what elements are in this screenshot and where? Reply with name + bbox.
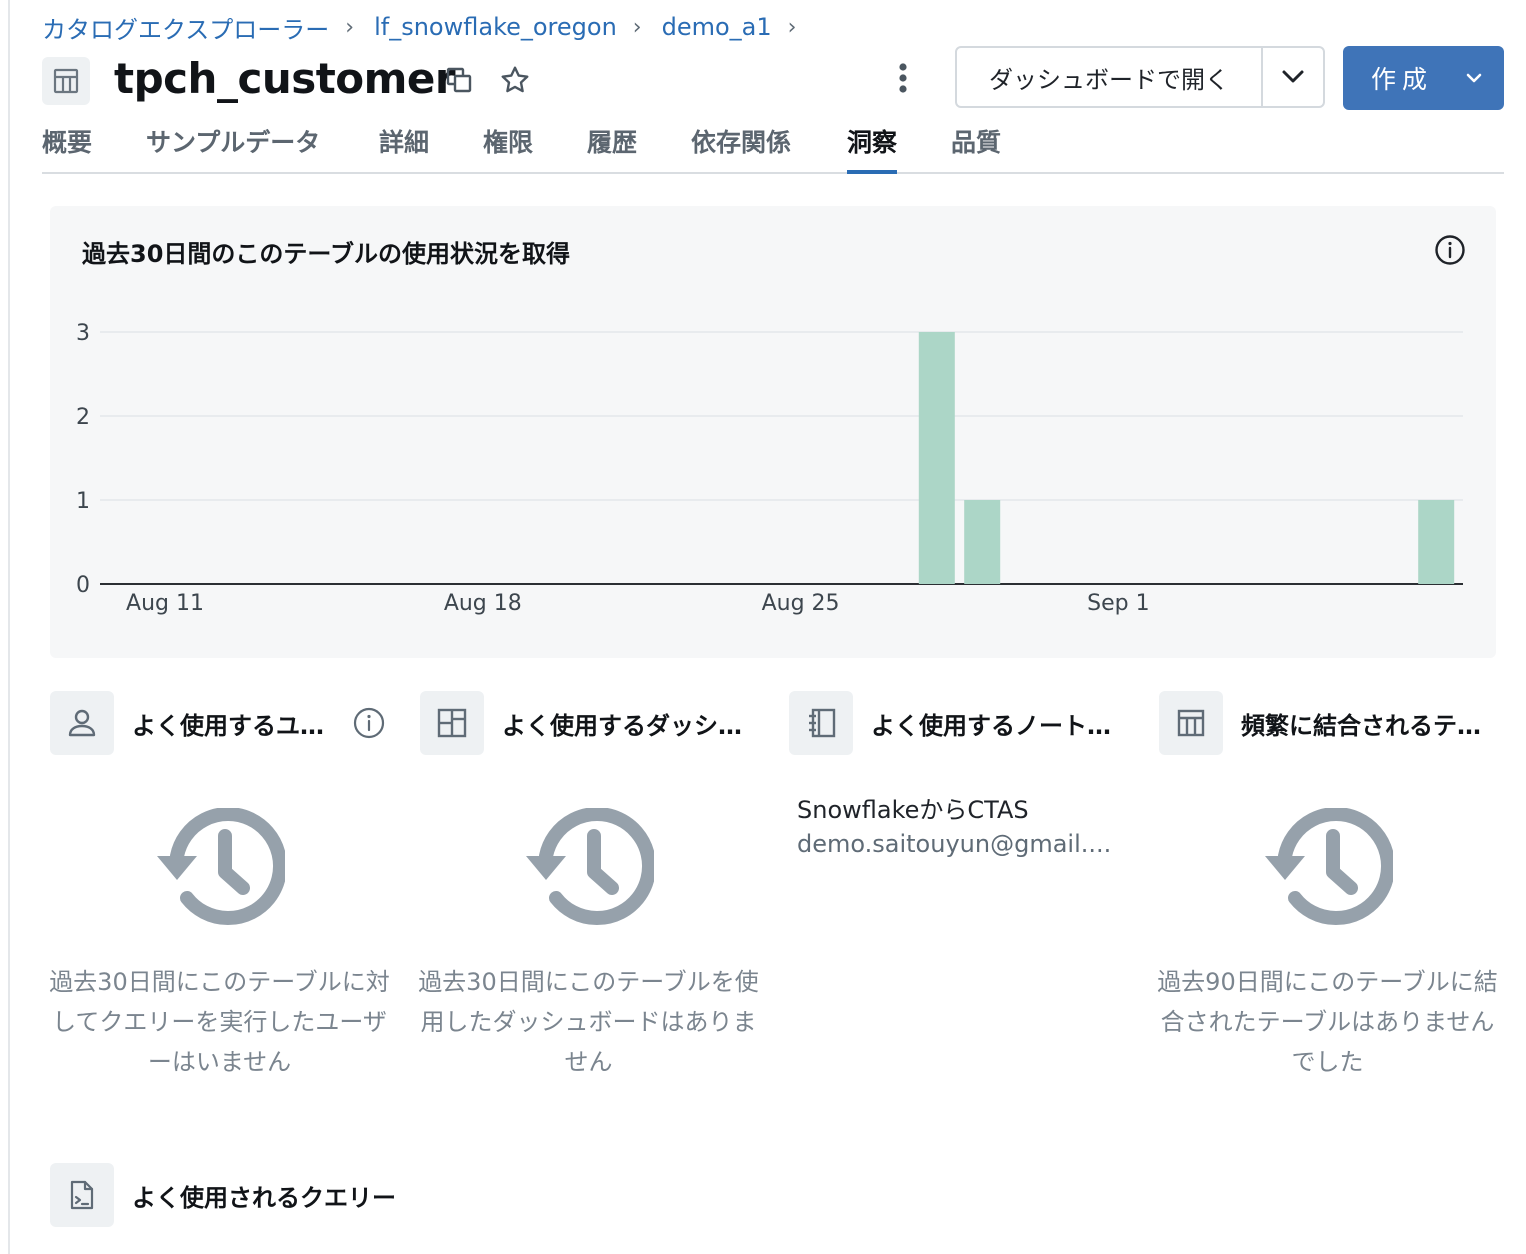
breadcrumb-separator: › [632,14,642,40]
more-options-icon[interactable] [886,58,920,98]
tab-insights[interactable]: 洞察 [847,124,898,174]
y-tick-label: 1 [76,489,90,514]
frequent-notebooks-title: よく使用するノートブック [871,711,1131,740]
notebook-icon [789,691,853,755]
tab-quality[interactable]: 品質 [951,124,1001,172]
open-dashboard-dropdown[interactable] [1263,48,1323,106]
chevron-down-icon [1466,72,1482,84]
history-icon [526,808,654,926]
frequent-queries-title: よく使用されるクエリー [132,1183,396,1212]
frequent-users-empty-text: 過去30日間にこのテーブルに対してクエリーを実行したユーザーはいません [49,968,390,1076]
star-icon[interactable] [497,62,533,98]
table-icon [42,57,90,105]
x-tick-label: Aug 25 [762,591,840,616]
joined-tables-title: 頻繁に結合されるテーブル [1241,711,1501,740]
dashboard-icon [420,691,484,755]
joined-tables-empty-text: 過去90日間にこのテーブルに結合されたテーブルはありませんでした [1157,968,1498,1076]
notebook-link[interactable]: SnowflakeからCTAS [797,790,1029,825]
tab-sample-data[interactable]: サンプルデータ [146,124,320,172]
left-divider [8,0,10,1254]
history-icon [157,808,285,926]
frequent-notebooks-header: よく使用するノートブック [789,691,1134,755]
history-icon [1265,808,1393,926]
chart-title: 過去30日間のこのテーブルの使用状況を取得 [82,240,570,268]
breadcrumb-catalog-explorer[interactable]: カタログエクスプローラー [42,10,329,45]
copy-icon[interactable] [443,64,475,96]
tab-overview[interactable]: 概要 [42,124,92,172]
usage-bar [1418,500,1455,584]
frequent-users-header: よく使用するユーザー [50,691,395,755]
frequent-users-title: よく使用するユーザー [132,711,337,740]
notebook-owner: demo.saitouyun@gmail.... [797,830,1112,858]
usage-bar [964,500,1001,584]
frequent-dashboards-header: よく使用するダッシュボード [420,691,765,755]
tab-details[interactable]: 詳細 [379,124,429,172]
page-title: tpch_customer [114,54,456,103]
tab-lineage[interactable]: 依存関係 [691,124,791,172]
y-tick-label: 2 [76,405,90,430]
info-icon[interactable] [353,707,385,739]
open-dashboard-button[interactable]: ダッシュボードで開く [957,48,1263,106]
breadcrumb-separator: › [345,14,355,40]
open-dashboard-split-button: ダッシュボードで開く [955,46,1325,108]
create-button-label: 作成 [1371,65,1434,94]
usage-bar [918,332,955,584]
joined-tables-header: 頻繁に結合されるテーブル [1159,691,1504,755]
table-icon [1159,691,1223,755]
create-button[interactable]: 作成 [1343,46,1504,110]
x-tick-label: Sep 1 [1087,591,1149,616]
chevron-down-icon [1282,70,1304,83]
x-tick-label: Aug 18 [444,591,522,616]
x-tick-label: Aug 11 [126,591,204,616]
usage-chart-card: 0 1 2 3 Aug 11 Aug 18 Aug 25 Sep 1 過去30日間のこのテーブ… [50,206,1496,658]
y-tick-label: 3 [76,321,90,346]
query-file-icon [50,1163,114,1227]
frequent-queries-header: よく使用されるクエリー [50,1163,396,1227]
breadcrumb-catalog[interactable]: lf_snowflake_oregon [374,13,617,41]
breadcrumb-separator: › [787,14,797,40]
usage-bar-chart: 0 1 2 3 Aug 11 Aug 18 Aug 25 Sep 1 [76,321,1463,616]
user-icon [50,691,114,755]
y-tick-label: 0 [76,573,90,598]
tab-permissions[interactable]: 権限 [483,124,533,172]
tab-history[interactable]: 履歴 [587,124,637,172]
breadcrumb: カタログエクスプローラー › lf_snowflake_oregon › dem… [42,10,816,44]
info-icon[interactable] [1434,234,1466,270]
breadcrumb-schema[interactable]: demo_a1 [662,13,772,41]
tab-bar: 概要 サンプルデータ 詳細 権限 履歴 依存関係 洞察 品質 [42,124,1504,174]
frequent-dashboards-title: よく使用するダッシュボード [502,711,762,740]
frequent-dashboards-empty-text: 過去30日間にこのテーブルを使用したダッシュボードはありません [418,968,759,1076]
